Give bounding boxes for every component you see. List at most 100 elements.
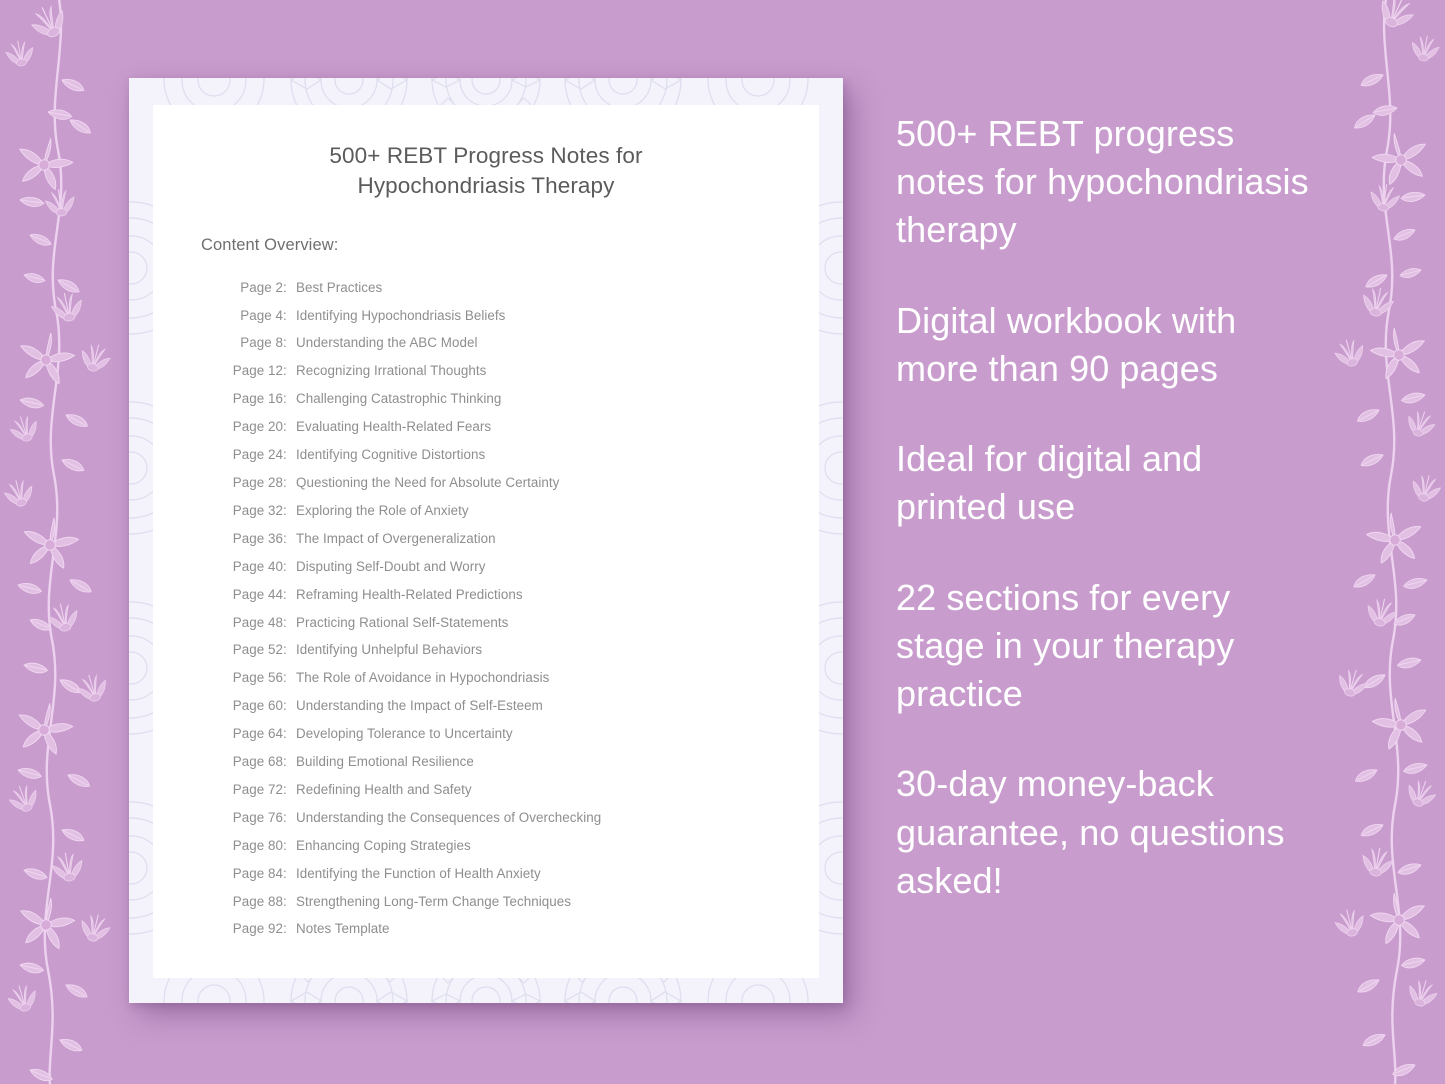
toc-entry: Page 68: Building Emotional Resilience: [223, 748, 773, 776]
toc-entry-page: Page 64: [232, 726, 283, 742]
table-of-contents: Page 2: Best Practices Page 4: Identifying …: [223, 273, 773, 943]
toc-entry-page: Page 52: [232, 642, 283, 658]
toc-entry-title: Exploring the Role of Anxiety: [296, 502, 469, 518]
toc-entry: Page 8: Understanding the ABC Model: [223, 329, 773, 357]
toc-entry-page: Page 76: [232, 809, 283, 825]
toc-entry-page: Page 56: [232, 670, 283, 686]
toc-entry: Page 2: Best Practices: [223, 273, 773, 301]
toc-entry-title: Understanding the Impact of Self-Esteem: [296, 698, 543, 714]
toc-entry-separator: :: [283, 865, 287, 881]
toc-entry-page: Page 20: [232, 419, 283, 435]
toc-entry-separator: :: [283, 363, 287, 379]
toc-entry-separator: :: [283, 921, 287, 937]
toc-entry-title: Identifying the Function of Health Anxie…: [296, 865, 541, 881]
toc-entry-separator: :: [283, 419, 287, 435]
toc-entry-page: Page 88: [232, 893, 283, 909]
toc-entry-title: Questioning the Need for Absolute Certai…: [296, 474, 560, 490]
toc-entry-separator: :: [283, 474, 287, 490]
promo-text-column: 500+ REBT progress notes for hypochondri…: [896, 110, 1316, 905]
toc-entry: Page 80: Enhancing Coping Strategies: [223, 832, 773, 860]
toc-entry-title: The Impact of Overgeneralization: [296, 530, 496, 546]
toc-entry-separator: :: [283, 809, 287, 825]
toc-entry-separator: :: [283, 698, 287, 714]
toc-entry: Page 40: Disputing Self-Doubt and Worry: [223, 552, 773, 580]
content-overview-label: Content Overview:: [201, 236, 339, 255]
toc-entry-separator: :: [283, 837, 287, 853]
page-title: 500+ REBT Progress Notes for Hypochondri…: [199, 141, 773, 200]
toc-entry-page: Page 8: [240, 335, 283, 351]
toc-entry-separator: :: [283, 447, 287, 463]
toc-entry-title: Understanding the Consequences of Overch…: [296, 809, 602, 825]
toc-entry-separator: :: [283, 586, 287, 602]
toc-entry-separator: :: [283, 558, 287, 574]
toc-entry-separator: :: [283, 781, 287, 797]
toc-entry-title: Disputing Self-Doubt and Worry: [296, 558, 486, 574]
toc-entry-separator: :: [283, 279, 287, 295]
toc-entry-separator: :: [283, 391, 287, 407]
toc-entry-separator: :: [283, 670, 287, 686]
toc-entry-page: Page 44: [232, 586, 283, 602]
toc-entry-separator: :: [283, 726, 287, 742]
document-preview-card[interactable]: 500+ REBT Progress Notes for Hypochondri…: [129, 78, 843, 1003]
toc-entry: Page 16: Challenging Catastrophic Thinkin…: [223, 385, 773, 413]
toc-entry: Page 20: Evaluating Health-Related Fears: [223, 413, 773, 441]
toc-entry-page: Page 68: [232, 754, 283, 770]
toc-entry-page: Page 60: [232, 698, 283, 714]
toc-entry-title: Strengthening Long-Term Change Technique…: [296, 893, 572, 909]
toc-entry-page: Page 80: [232, 837, 283, 853]
promo-line: Digital workbook with more than 90 pages: [896, 299, 1237, 389]
toc-entry: Page 72: Redefining Health and Safety: [223, 776, 773, 804]
toc-entry: Page 84: Identifying the Function of Heal…: [223, 859, 773, 887]
toc-entry-title: Reframing Health-Related Predictions: [296, 586, 523, 602]
toc-entry-separator: :: [283, 335, 287, 351]
toc-entry: Page 24: Identifying Cognitive Distortion…: [223, 441, 773, 469]
page-title-line-1: 500+ REBT Progress Notes for: [329, 143, 643, 168]
toc-entry-separator: :: [283, 754, 287, 770]
toc-entry: Page 4: Identifying Hypochondriasis Belie…: [223, 301, 773, 329]
toc-entry-page: Page 12: [232, 363, 283, 379]
toc-entry-page: Page 24: [232, 447, 283, 463]
toc-entry-separator: :: [283, 502, 287, 518]
promo-line: 22 sections for every stage in your ther…: [896, 576, 1235, 715]
toc-entry: Page 12: Recognizing Irrational Thoughts: [223, 357, 773, 385]
toc-entry-title: Identifying Cognitive Distortions: [296, 447, 486, 463]
promo-line: 500+ REBT progress notes for hypochondri…: [896, 113, 1309, 251]
toc-entry-page: Page 92: [232, 921, 283, 937]
toc-entry-separator: :: [283, 614, 287, 630]
toc-entry-page: Page 4: [240, 307, 283, 323]
toc-entry: Page 44: Reframing Health-Related Predict…: [223, 580, 773, 608]
floral-border-left: [0, 0, 130, 1084]
toc-entry: Page 56: The Role of Avoidance in Hypocho…: [223, 664, 773, 692]
promo-line: 30-day money-back guarantee, no question…: [896, 763, 1285, 901]
toc-entry-page: Page 72: [232, 781, 283, 797]
toc-entry-page: Page 28: [232, 474, 283, 490]
toc-entry: Page 60: Understanding the Impact of Self…: [223, 692, 773, 720]
toc-entry-separator: :: [283, 893, 287, 909]
toc-entry-title: Recognizing Irrational Thoughts: [296, 363, 487, 379]
toc-entry-title: Notes Template: [296, 921, 390, 937]
toc-entry: Page 64: Developing Tolerance to Uncertai…: [223, 720, 773, 748]
toc-entry-page: Page 32: [232, 502, 283, 518]
toc-entry: Page 92: Notes Template: [223, 915, 773, 943]
toc-entry-page: Page 16: [232, 391, 283, 407]
toc-entry: Page 32: Exploring the Role of Anxiety: [223, 497, 773, 525]
toc-entry-title: Identifying Hypochondriasis Beliefs: [296, 307, 506, 323]
toc-entry: Page 36: The Impact of Overgeneralization: [223, 525, 773, 553]
toc-entry-title: Evaluating Health-Related Fears: [296, 419, 492, 435]
floral-border-right: [1315, 0, 1445, 1084]
toc-entry-page: Page 48: [232, 614, 283, 630]
toc-entry-title: Developing Tolerance to Uncertainty: [296, 726, 513, 742]
toc-entry: Page 48: Practicing Rational Self-Stateme…: [223, 608, 773, 636]
toc-entry-page: Page 2: [240, 279, 283, 295]
toc-entry-title: Redefining Health and Safety: [296, 781, 472, 797]
toc-entry: Page 52: Identifying Unhelpful Behaviors: [223, 636, 773, 664]
toc-entry-title: The Role of Avoidance in Hypochondriasis: [296, 670, 550, 686]
toc-entry: Page 88: Strengthening Long-Term Change T…: [223, 887, 773, 915]
toc-entry-title: Challenging Catastrophic Thinking: [296, 391, 502, 407]
toc-entry-page: Page 84: [232, 865, 283, 881]
page-title-line-2: Hypochondriasis Therapy: [357, 172, 615, 198]
toc-entry-title: Identifying Unhelpful Behaviors: [296, 642, 483, 658]
toc-entry-page: Page 40: [232, 558, 283, 574]
toc-entry: Page 28: Questioning the Need for Absolut…: [223, 469, 773, 497]
toc-entry: Page 76: Understanding the Consequences o…: [223, 804, 773, 832]
